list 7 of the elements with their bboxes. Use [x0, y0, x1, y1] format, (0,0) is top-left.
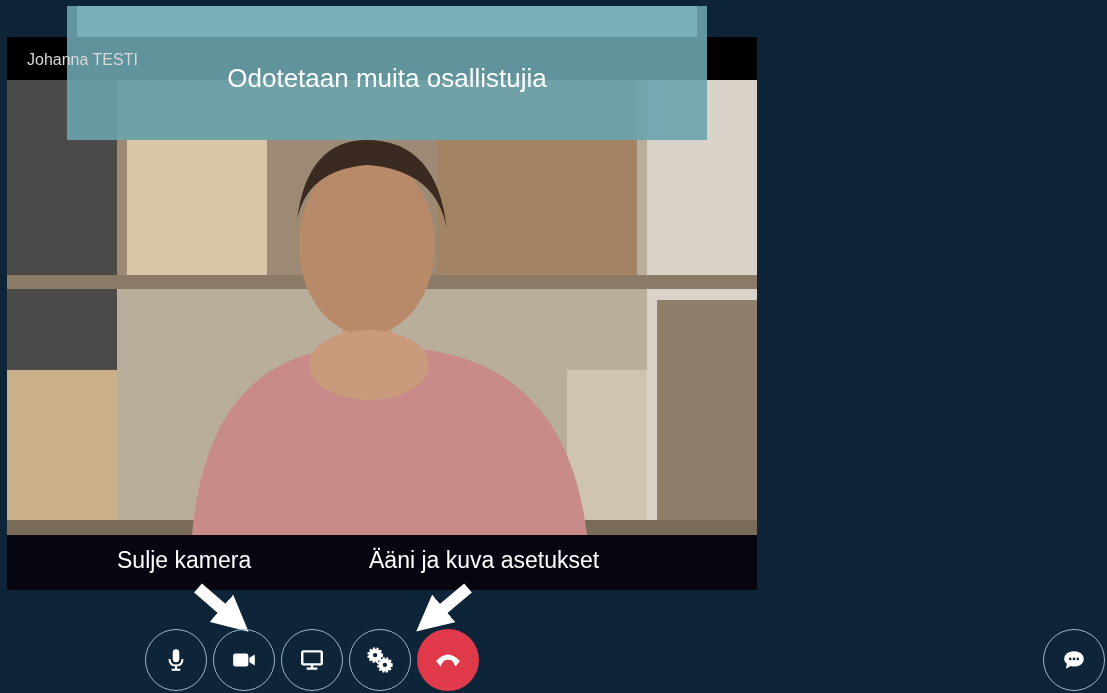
arrow: [416, 583, 472, 632]
arrow: [194, 583, 249, 632]
status-message: Odotetaan muita osallistujia: [227, 62, 547, 95]
annotation-label: Ääni ja kuva asetukset: [369, 546, 600, 575]
gears-icon: [367, 647, 393, 673]
annotation-label: Sulje kamera: [117, 546, 252, 575]
monitor-icon: [299, 647, 325, 673]
